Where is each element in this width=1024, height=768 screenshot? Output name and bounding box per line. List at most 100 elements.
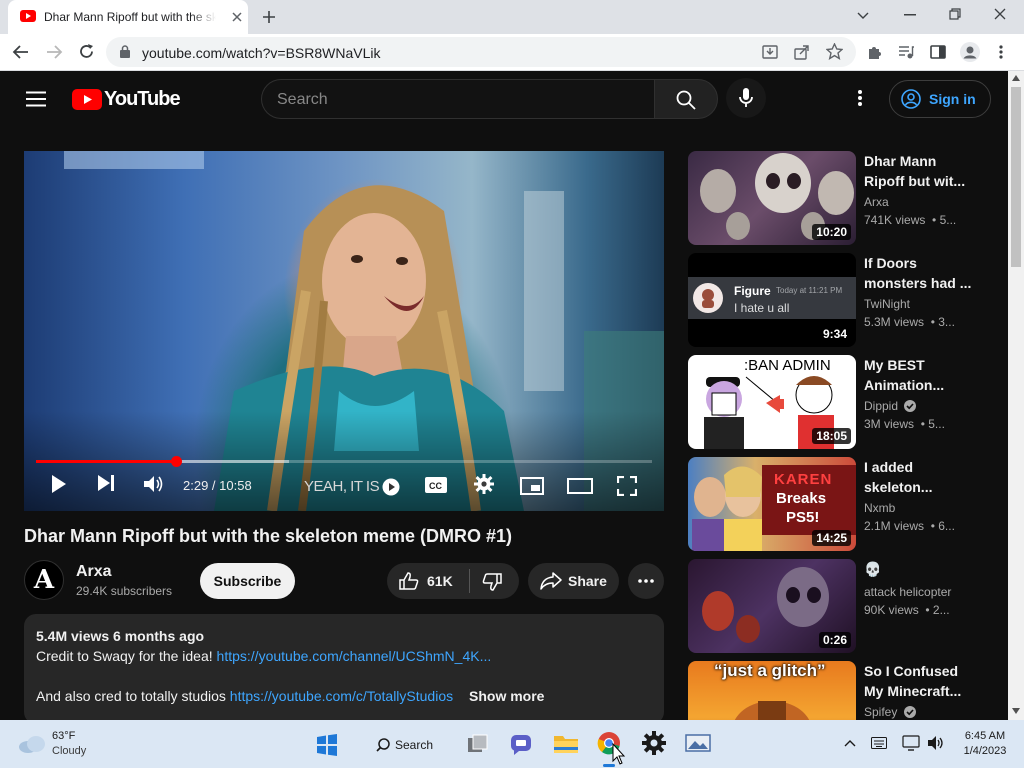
subscribe-button[interactable]: Subscribe bbox=[200, 563, 295, 599]
upload-age: • 2... bbox=[925, 603, 950, 617]
channel-name[interactable]: Dippid bbox=[864, 399, 898, 413]
video-title[interactable]: My BEST Animation... bbox=[864, 355, 974, 395]
side-panel-icon[interactable] bbox=[930, 44, 946, 60]
weather-widget[interactable]: 63°F Cloudy bbox=[14, 728, 104, 762]
miniplayer-icon[interactable] bbox=[520, 477, 544, 495]
sign-in-button[interactable]: Sign in bbox=[889, 80, 991, 118]
recommended-video[interactable]: “just a glitch” So I Confused My Minecra… bbox=[688, 661, 998, 720]
photos-app-icon[interactable] bbox=[685, 733, 711, 753]
channel-name[interactable]: TwiNight bbox=[864, 297, 910, 311]
recommended-video[interactable]: :BAN ADMIN 18:05 My BEST Animation... Di… bbox=[688, 355, 998, 449]
channel-name[interactable]: Arxa bbox=[864, 195, 889, 209]
file-explorer-icon[interactable] bbox=[553, 732, 579, 754]
channel-avatar[interactable]: A bbox=[24, 560, 64, 600]
video-title[interactable]: If Doors monsters had ... bbox=[864, 253, 974, 293]
extensions-puzzle-icon[interactable] bbox=[866, 44, 882, 60]
view-count: 5.3M views bbox=[864, 315, 925, 329]
share-button[interactable]: Share bbox=[528, 563, 619, 599]
description-line-2: And also cred to totally studios https:/… bbox=[36, 688, 466, 704]
volume-icon[interactable] bbox=[143, 475, 165, 493]
recommended-video[interactable]: KAREN Breaks PS5! 14:25 I added skeleton… bbox=[688, 457, 998, 551]
figure-timestamp: Today at 11:21 PM bbox=[776, 286, 843, 295]
video-title[interactable]: 💀 bbox=[864, 559, 974, 579]
channel-name[interactable]: Spifey bbox=[864, 705, 897, 719]
back-arrow-icon[interactable] bbox=[12, 44, 30, 60]
install-app-icon[interactable] bbox=[762, 44, 778, 60]
theater-mode-icon[interactable] bbox=[567, 478, 593, 494]
video-title[interactable]: I added skeleton... bbox=[864, 457, 974, 497]
fullscreen-icon[interactable] bbox=[617, 476, 637, 496]
network-icon[interactable] bbox=[902, 735, 920, 751]
hamburger-menu-icon[interactable] bbox=[26, 91, 46, 107]
channel-name[interactable]: Arxa bbox=[76, 563, 112, 581]
settings-gear-icon[interactable] bbox=[474, 474, 494, 494]
video-duration: 10:20 bbox=[812, 224, 851, 240]
keyboard-icon[interactable] bbox=[871, 737, 887, 749]
voice-search-button[interactable] bbox=[726, 78, 766, 118]
search-input[interactable] bbox=[277, 89, 637, 111]
progress-bar[interactable] bbox=[36, 456, 652, 467]
search-button[interactable] bbox=[654, 79, 718, 119]
channel-name[interactable]: Nxmb bbox=[864, 501, 895, 515]
description-link-1[interactable]: https://youtube.com/channel/UCShmN_4K... bbox=[217, 648, 492, 664]
video-title[interactable]: So I Confused My Minecraft... bbox=[864, 661, 974, 701]
recommended-video[interactable]: Figure Today at 11:21 PM I hate u all 9:… bbox=[688, 253, 998, 347]
next-icon[interactable] bbox=[97, 474, 115, 492]
settings-more-icon[interactable] bbox=[858, 89, 862, 107]
subtitles-icon[interactable]: CC bbox=[425, 477, 447, 493]
recommended-video[interactable]: 0:26 💀 attack helicopter 90K views • 2..… bbox=[688, 559, 998, 653]
forward-arrow-icon[interactable] bbox=[45, 44, 63, 60]
play-icon[interactable] bbox=[51, 474, 67, 494]
taskbar-search-button[interactable]: Search bbox=[366, 732, 448, 758]
teams-chat-icon[interactable] bbox=[510, 733, 532, 755]
tab-search-chevron-icon[interactable] bbox=[857, 10, 869, 20]
scrollbar-thumb[interactable] bbox=[1011, 87, 1021, 267]
verified-badge-icon bbox=[903, 706, 916, 718]
video-thumbnail[interactable]: Figure Today at 11:21 PM I hate u all 9:… bbox=[688, 253, 856, 347]
scroll-down-icon[interactable] bbox=[1012, 708, 1020, 714]
volume-icon[interactable] bbox=[927, 735, 945, 751]
bookmark-star-icon[interactable] bbox=[826, 43, 843, 60]
settings-app-icon[interactable] bbox=[642, 731, 666, 755]
video-thumbnail[interactable]: :BAN ADMIN 18:05 bbox=[688, 355, 856, 449]
search-box[interactable] bbox=[261, 79, 655, 119]
browser-tab[interactable]: Dhar Mann Ripoff but with the skeleton m… bbox=[8, 0, 248, 34]
restore-icon[interactable] bbox=[949, 8, 961, 20]
close-window-icon[interactable] bbox=[994, 8, 1006, 20]
dislike-button[interactable] bbox=[470, 563, 519, 599]
reload-icon[interactable] bbox=[78, 43, 95, 60]
scroll-up-icon[interactable] bbox=[1012, 75, 1020, 81]
share-page-icon[interactable] bbox=[794, 44, 810, 60]
show-more-button[interactable]: Show more bbox=[469, 688, 544, 704]
video-thumbnail[interactable]: KAREN Breaks PS5! 14:25 bbox=[688, 457, 856, 551]
lock-icon[interactable] bbox=[120, 45, 130, 58]
address-bar[interactable]: youtube.com/watch?v=BSR8WNaVLik bbox=[106, 37, 856, 67]
more-actions-button[interactable] bbox=[628, 563, 664, 599]
task-view-icon[interactable] bbox=[467, 733, 489, 755]
minimize-icon[interactable] bbox=[904, 14, 916, 16]
description-link-2[interactable]: https://youtube.com/c/TotallyStudios bbox=[230, 688, 453, 704]
system-clock[interactable]: 6:45 AM 1/4/2023 bbox=[962, 730, 1008, 757]
youtube-logo[interactable]: YouTube bbox=[72, 88, 181, 110]
like-dislike-group: 61K bbox=[387, 563, 519, 599]
subscriber-count: 29.4K subscribers bbox=[76, 584, 173, 598]
video-thumbnail[interactable]: 0:26 bbox=[688, 559, 856, 653]
profile-avatar-icon[interactable] bbox=[960, 42, 980, 62]
windows-start-icon[interactable] bbox=[315, 733, 339, 757]
video-thumbnail[interactable]: “just a glitch” bbox=[688, 661, 856, 720]
show-hidden-icons-chevron[interactable] bbox=[844, 739, 856, 747]
video-thumbnail[interactable]: 10:20 bbox=[688, 151, 856, 245]
like-button[interactable]: 61K bbox=[387, 563, 469, 599]
channel-name[interactable]: attack helicopter bbox=[864, 585, 951, 599]
autoplay-toggle-icon[interactable] bbox=[382, 478, 400, 496]
video-title[interactable]: Dhar Mann Ripoff but wit... bbox=[864, 151, 974, 191]
progress-scrubber[interactable] bbox=[170, 456, 182, 467]
recommended-video[interactable]: 10:20 Dhar Mann Ripoff but wit... Arxa 7… bbox=[688, 151, 998, 245]
close-tab-icon[interactable] bbox=[232, 12, 242, 22]
chrome-menu-icon[interactable] bbox=[999, 44, 1003, 60]
new-tab-icon[interactable] bbox=[262, 10, 276, 24]
video-player[interactable]: 2:29 / 10:58 YEAH, IT IS CC bbox=[24, 151, 664, 511]
description-box[interactable]: 5.4M views 6 months ago Credit to Swaqy … bbox=[24, 614, 664, 720]
media-control-icon[interactable] bbox=[898, 44, 914, 60]
page-scrollbar[interactable] bbox=[1008, 71, 1024, 720]
